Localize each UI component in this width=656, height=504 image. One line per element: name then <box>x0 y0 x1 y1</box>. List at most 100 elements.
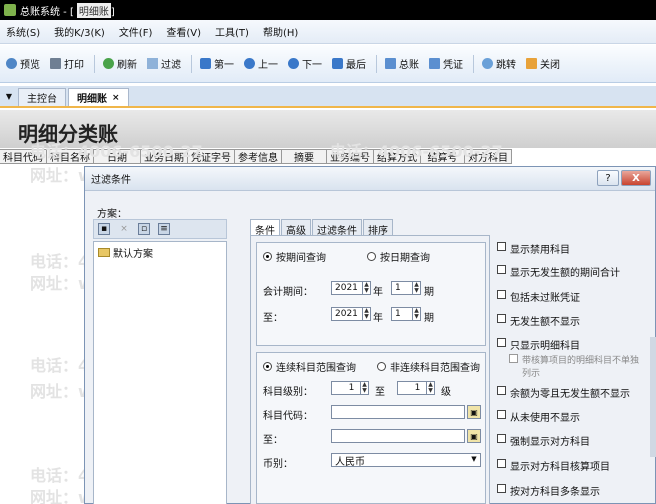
dialog-title-bar: 过滤条件 <box>85 167 655 191</box>
copy-scheme-icon[interactable]: ▫ <box>138 223 150 235</box>
account-code-to-input[interactable] <box>331 429 465 443</box>
column-header[interactable]: 对方科目 <box>465 150 512 164</box>
scheme-list: 默认方案 <box>93 241 227 504</box>
to-period-stepper[interactable]: 1 ▲ ▼ <box>391 307 421 321</box>
jump-button[interactable]: 跳转 <box>482 56 516 71</box>
tab-main-console[interactable]: 主控台 <box>18 88 66 106</box>
option-hide-never-used[interactable]: 从未使用不显示 <box>497 409 580 424</box>
by-date-radio[interactable]: 按日期查询 <box>367 249 430 264</box>
non-continuous-range-radio[interactable]: 非连续科目范围查询 <box>377 359 480 374</box>
option-show-empty-period-totals[interactable]: 显示无发生额的期间合计 <box>497 264 620 279</box>
save-scheme-icon[interactable]: ▪ <box>98 223 110 235</box>
stepper-arrows-icon[interactable]: ▲ ▼ <box>412 308 420 320</box>
ledger-button[interactable]: 总账 <box>385 56 419 71</box>
tab-dropdown-icon[interactable]: ▼ <box>0 92 18 101</box>
column-header[interactable]: 摘要 <box>282 150 327 164</box>
level-to-stepper[interactable]: 1 ▲ ▼ <box>397 381 435 395</box>
first-button[interactable]: 第一 <box>200 56 234 71</box>
prev-record-icon <box>244 58 255 69</box>
column-header[interactable]: 业务日期 <box>141 150 188 164</box>
preview-button[interactable]: 预览 <box>6 56 40 71</box>
menu-view[interactable]: 查看(V) <box>166 24 201 39</box>
printer-icon <box>50 58 61 69</box>
from-year-stepper[interactable]: 2021 ▲ ▼ <box>331 281 371 295</box>
options-scrollbar[interactable] <box>650 337 656 457</box>
next-button[interactable]: 下一 <box>288 56 322 71</box>
option-show-disabled-accounts[interactable]: 显示禁用科目 <box>497 241 570 256</box>
column-header[interactable]: 科目代码 <box>0 150 47 164</box>
option-include-unposted[interactable]: 包括未过账凭证 <box>497 289 580 304</box>
column-header[interactable]: 参考信息 <box>235 150 282 164</box>
window-title: 总账系统 - [明细账] <box>20 2 115 18</box>
column-header[interactable]: 结算号 <box>421 150 465 164</box>
next-record-icon <box>288 58 299 69</box>
tab-close-icon[interactable]: × <box>112 93 120 103</box>
stepper-arrows-icon[interactable]: ▲ ▼ <box>362 282 370 294</box>
voucher-icon <box>429 58 440 69</box>
menu-tools[interactable]: 工具(T) <box>215 24 249 39</box>
stepper-arrows-icon[interactable]: ▲ ▼ <box>362 308 370 320</box>
option-hide-no-activity[interactable]: 无发生额不显示 <box>497 313 580 328</box>
checkbox-icon <box>497 314 506 323</box>
option-detail-accounts-only[interactable]: 只显示明细科目 <box>497 337 580 352</box>
preview-icon <box>6 58 17 69</box>
delete-scheme-icon[interactable]: × <box>118 223 130 235</box>
list-item[interactable]: 默认方案 <box>94 242 226 263</box>
close-door-icon <box>526 58 537 69</box>
dialog-help-button[interactable]: ? <box>597 170 619 186</box>
currency-select[interactable]: 人民币 ▼ <box>331 453 481 468</box>
to-year-stepper[interactable]: 2021 ▲ ▼ <box>331 307 371 321</box>
period-label: 会计期间： <box>263 287 313 298</box>
close-button[interactable]: 关闭 <box>526 56 560 71</box>
report-title: 明细分类账 <box>18 122 118 146</box>
account-code-from-input[interactable] <box>331 405 465 419</box>
continuous-range-radio[interactable]: 连续科目范围查询 <box>263 359 356 374</box>
toolbar-separator <box>473 54 474 73</box>
stepper-arrows-icon[interactable]: ▲ ▼ <box>426 382 434 394</box>
account-lookup-icon[interactable]: ▣ <box>467 405 481 419</box>
column-header[interactable]: 结算方式 <box>374 150 421 164</box>
column-header[interactable]: 科目名称 <box>47 150 94 164</box>
option-counterpart-multiline[interactable]: 按对方科目多条显示 <box>497 483 600 498</box>
checkbox-icon <box>497 410 506 419</box>
print-button[interactable]: 打印 <box>50 56 84 71</box>
currency-label: 币别： <box>263 459 293 470</box>
filter-icon <box>147 58 158 69</box>
prev-button[interactable]: 上一 <box>244 56 278 71</box>
option-counterpart-items[interactable]: 显示对方科目核算项目 <box>497 458 610 473</box>
menu-help[interactable]: 帮助(H) <box>263 24 298 39</box>
checkbox-icon <box>497 242 506 251</box>
refresh-button[interactable]: 刷新 <box>103 56 137 71</box>
stepper-arrows-icon[interactable]: ▲ ▼ <box>412 282 420 294</box>
stepper-arrows-icon[interactable]: ▲ ▼ <box>360 382 368 394</box>
column-header[interactable]: 凭证字号 <box>188 150 235 164</box>
radio-icon <box>377 362 386 371</box>
document-tabs: ▼ 主控台 明细账 × <box>0 86 656 108</box>
checkbox-icon <box>509 354 518 363</box>
filter-button[interactable]: 过滤 <box>147 56 181 71</box>
menu-file[interactable]: 文件(F) <box>119 24 153 39</box>
option-hide-zero-balance[interactable]: 余额为零且无发生额不显示 <box>497 385 630 400</box>
account-lookup-icon[interactable]: ▣ <box>467 429 481 443</box>
radio-icon <box>367 252 376 261</box>
first-record-icon <box>200 58 211 69</box>
last-button[interactable]: 最后 <box>332 56 366 71</box>
by-period-radio[interactable]: 按期间查询 <box>263 249 326 264</box>
toolbar-separator <box>94 54 95 73</box>
level-unit: 级 <box>441 387 451 398</box>
tab-detail-ledger[interactable]: 明细账 × <box>68 88 129 106</box>
dialog-close-button[interactable]: X <box>621 170 651 186</box>
column-header[interactable]: 日期 <box>94 150 141 164</box>
option-no-separate-listing[interactable]: 带核算项目的明细科目不单独列示 <box>509 353 643 379</box>
menu-my-k3[interactable]: 我的K/3(K) <box>54 24 105 39</box>
scheme-label: 方案： <box>97 209 127 220</box>
option-force-counterpart[interactable]: 强制显示对方科目 <box>497 433 590 448</box>
properties-scheme-icon[interactable]: ≡ <box>158 223 170 235</box>
column-header[interactable]: 业务编号 <box>327 150 374 164</box>
year-unit: 年 <box>373 313 383 324</box>
from-period-stepper[interactable]: 1 ▲ ▼ <box>391 281 421 295</box>
menu-system[interactable]: 系统(S) <box>6 24 40 39</box>
filter-dialog: 过滤条件 ? X 方案： ▪ × ▫ ≡ 默认方案 条件 高级 过滤条件 排序 … <box>84 166 656 504</box>
voucher-button[interactable]: 凭证 <box>429 56 463 71</box>
level-from-stepper[interactable]: 1 ▲ ▼ <box>331 381 369 395</box>
